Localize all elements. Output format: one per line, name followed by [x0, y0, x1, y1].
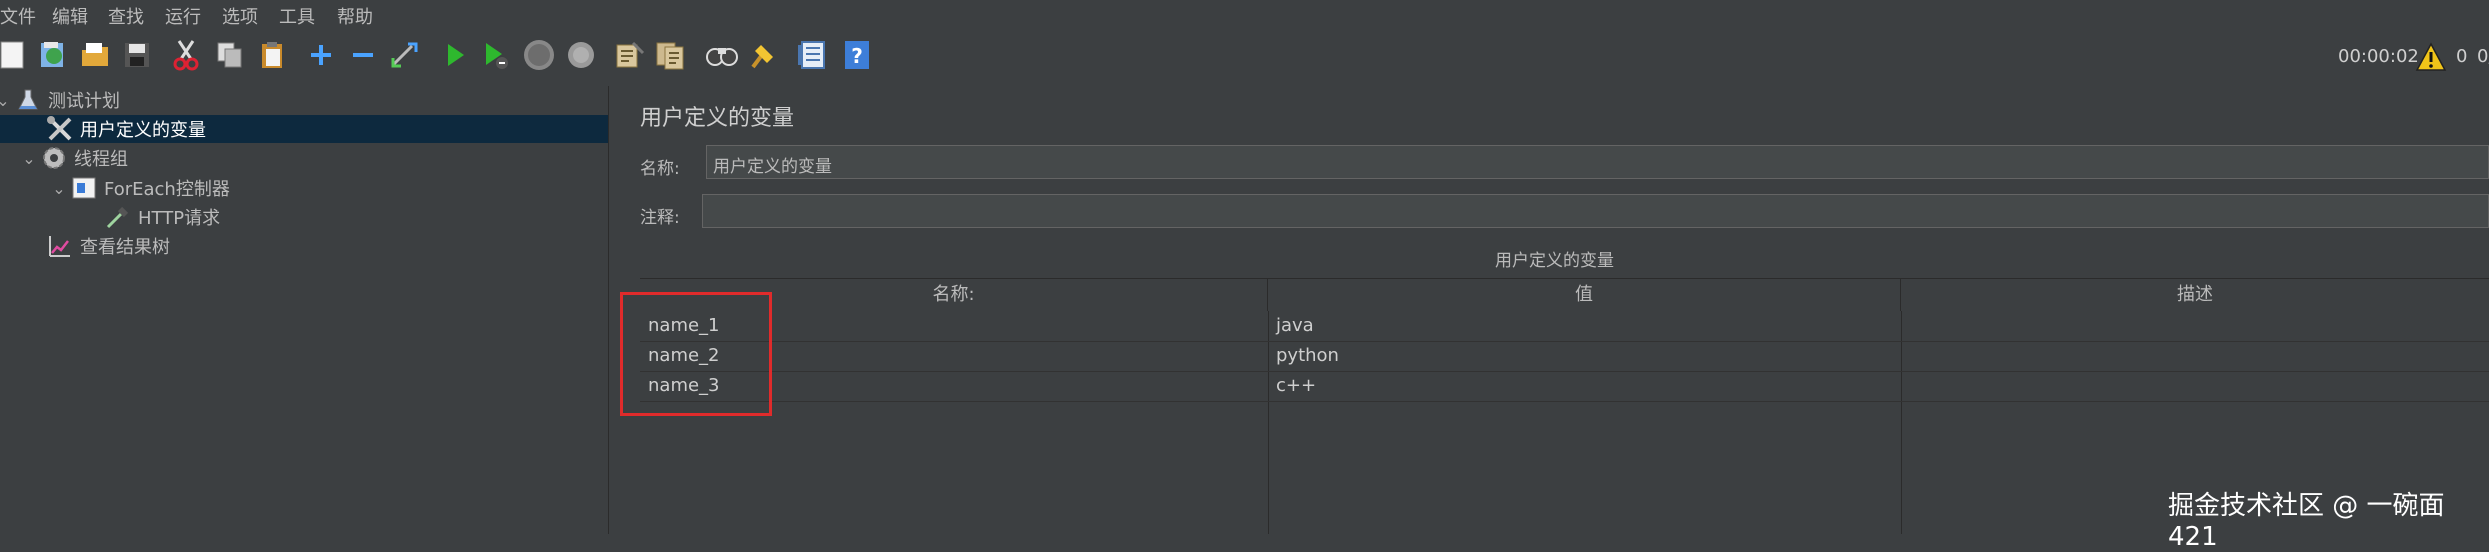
- new-icon[interactable]: [0, 38, 30, 72]
- cell-value[interactable]: c++: [1268, 371, 1901, 401]
- table-row[interactable]: name_3 c++: [640, 371, 2489, 402]
- function-helper-icon[interactable]: [795, 38, 829, 72]
- menu-file[interactable]: 文件: [0, 3, 36, 29]
- copy-icon[interactable]: [213, 38, 247, 72]
- chevron-down-icon[interactable]: ⌄: [0, 91, 14, 110]
- cell-description[interactable]: [1901, 311, 2489, 341]
- tree-node-http-request[interactable]: HTTP请求: [104, 203, 608, 231]
- collapse-icon[interactable]: [346, 38, 380, 72]
- cell-value[interactable]: java: [1268, 311, 1901, 341]
- table-row[interactable]: name_1 java: [640, 311, 2489, 342]
- tree-node-label: 查看结果树: [80, 237, 170, 258]
- shutdown-icon[interactable]: [564, 38, 598, 72]
- controller-icon: [70, 174, 98, 202]
- test-plan-tree: ⌄ 测试计划 用户定义的变量 ⌄ 线程组 ⌄ ForEach控制器 HTTP请求: [0, 86, 608, 534]
- tree-node-user-defined-variables[interactable]: 用户定义的变量: [0, 115, 608, 143]
- open-icon[interactable]: [78, 38, 112, 72]
- menu-bar: 文件 编辑 查找 运行 选项 工具 帮助: [0, 0, 2489, 28]
- cell-description[interactable]: [1901, 371, 2489, 401]
- menu-edit[interactable]: 编辑: [52, 3, 88, 29]
- help-icon[interactable]: ?: [840, 38, 874, 72]
- table-title: 用户定义的变量: [1495, 251, 1614, 271]
- tree-node-label: HTTP请求: [138, 208, 221, 229]
- menu-options[interactable]: 选项: [222, 3, 258, 29]
- table-header: 名称: 值 描述: [640, 278, 2489, 312]
- comment-field[interactable]: [702, 194, 2489, 228]
- config-panel: 用户定义的变量 名称: 用户定义的变量 注释: 用户定义的变量 名称: 值 描述…: [620, 86, 2489, 534]
- start-no-pause-icon[interactable]: [479, 38, 513, 72]
- menu-search[interactable]: 查找: [108, 3, 144, 29]
- watermark: 掘金技术社区 @ 一碗面421: [2168, 491, 2445, 552]
- pipette-icon: [104, 203, 132, 231]
- cell-description[interactable]: [1901, 341, 2489, 371]
- name-field[interactable]: 用户定义的变量: [706, 145, 2489, 179]
- start-icon[interactable]: [438, 38, 472, 72]
- annotation-highlight-box: [620, 292, 772, 416]
- chevron-down-icon[interactable]: ⌄: [18, 149, 40, 168]
- cut-icon[interactable]: [169, 38, 203, 72]
- tree-node-foreach-controller[interactable]: ⌄ ForEach控制器: [48, 174, 608, 202]
- stop-icon[interactable]: [522, 38, 556, 72]
- menu-help[interactable]: 帮助: [337, 3, 373, 29]
- toggle-icon[interactable]: [388, 38, 422, 72]
- tree-node-label: 测试计划: [48, 91, 120, 112]
- tree-node-label: 线程组: [74, 149, 128, 170]
- tree-node-thread-group[interactable]: ⌄ 线程组: [18, 144, 608, 172]
- tree-node-view-results-tree[interactable]: 查看结果树: [46, 232, 608, 260]
- warning-icon[interactable]: [2414, 40, 2448, 74]
- clear-icon[interactable]: [612, 38, 646, 72]
- chart-icon: [46, 232, 74, 260]
- tree-node-label: 用户定义的变量: [80, 120, 206, 141]
- template-icon[interactable]: [36, 38, 70, 72]
- tree-node-label: ForEach控制器: [104, 179, 230, 200]
- chevron-down-icon[interactable]: ⌄: [48, 179, 70, 198]
- menu-run[interactable]: 运行: [165, 3, 201, 29]
- thread-count: 0/: [2477, 46, 2489, 67]
- elapsed-time: 00:00:02: [2338, 46, 2419, 67]
- tree-node-test-plan[interactable]: ⌄ 测试计划: [0, 86, 608, 114]
- search-icon[interactable]: [705, 38, 739, 72]
- toolbar: ? 00:00:02 0 0/: [0, 28, 2489, 86]
- warning-count: 0: [2456, 46, 2468, 67]
- reset-search-icon[interactable]: [746, 38, 780, 72]
- column-header-description[interactable]: 描述: [1901, 279, 2489, 311]
- name-label: 名称:: [640, 159, 680, 179]
- tools-icon: [46, 115, 74, 143]
- menu-tools[interactable]: 工具: [279, 3, 315, 29]
- paste-icon[interactable]: [255, 38, 289, 72]
- svg-text:?: ?: [851, 44, 863, 68]
- expand-icon[interactable]: [304, 38, 338, 72]
- comment-label: 注释:: [640, 208, 680, 228]
- column-header-value[interactable]: 值: [1268, 279, 1901, 311]
- save-icon[interactable]: [120, 38, 154, 72]
- table-row[interactable]: name_2 python: [640, 341, 2489, 372]
- panel-title: 用户定义的变量: [640, 106, 795, 131]
- flask-icon: [14, 86, 42, 114]
- cell-value[interactable]: python: [1268, 341, 1901, 371]
- clear-all-icon[interactable]: [654, 38, 688, 72]
- gear-icon: [40, 144, 68, 172]
